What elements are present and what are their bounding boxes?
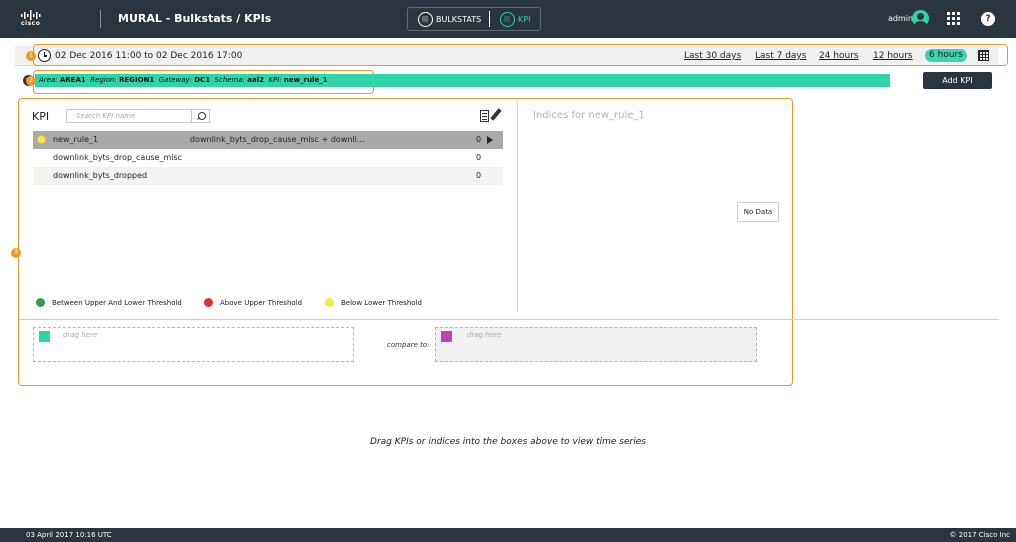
grid-circle-icon xyxy=(418,11,433,27)
kpi-count: 0 xyxy=(476,171,482,180)
area-label: Area: xyxy=(39,76,58,84)
kpi-count: 0 xyxy=(476,153,482,162)
bulkstats-mode-label: BULKSTATS xyxy=(436,14,482,24)
yellow-dot-icon xyxy=(325,298,334,307)
apps-grid-icon[interactable] xyxy=(947,12,960,25)
legend-label: Below Lower Threshold xyxy=(341,298,422,307)
user-avatar-icon[interactable] xyxy=(912,10,929,27)
filter-chips[interactable]: Area: AREA1 Region: REGION1 Gateway: DC1… xyxy=(39,76,328,84)
drag-instructions: Drag KPIs or indices into the boxes abov… xyxy=(370,437,646,447)
page-title: MURAL - Bulkstats / KPIs xyxy=(118,12,272,25)
app-footer: 03 April 2017 10:16 UTC © 2017 Cisco Inc xyxy=(0,528,1016,542)
mode-separator xyxy=(489,11,490,27)
kpi-search-input[interactable]: Search KPI name xyxy=(66,109,192,123)
teal-swatch-icon xyxy=(39,331,50,342)
table-row[interactable]: downlink_byts_drop_cause_misc 0 xyxy=(33,149,503,167)
status-dot-icon xyxy=(37,135,46,144)
search-icon[interactable] xyxy=(192,109,210,123)
annotation-badge-2: 2 xyxy=(26,76,36,86)
annotation-badge-1: 1 xyxy=(26,51,36,61)
purple-swatch-icon xyxy=(441,331,452,342)
kpi-mode-label: KPI xyxy=(518,14,531,24)
drop-hint: drag here xyxy=(63,331,98,339)
mode-switch: BULKSTATS KPI xyxy=(407,7,541,31)
app-header: cisco MURAL - Bulkstats / KPIs BULKSTATS… xyxy=(0,0,1016,38)
region-value: REGION1 xyxy=(119,76,155,84)
play-arrow-icon[interactable] xyxy=(487,136,493,144)
left-drop-zone[interactable]: drag here xyxy=(33,327,354,362)
legend-label: Between Upper And Lower Threshold xyxy=(52,298,182,307)
edit-pencil-icon[interactable] xyxy=(490,108,502,121)
preset-24-hours[interactable]: 24 hours xyxy=(819,51,859,61)
footer-copyright: © 2017 Cisco Inc xyxy=(949,531,1010,539)
kpi-name: downlink_byts_dropped xyxy=(53,171,148,180)
preset-6-hours[interactable]: 6 hours xyxy=(925,49,967,62)
compare-label: compare to: xyxy=(387,341,430,349)
kpi-name: new_rule_1 xyxy=(53,135,99,144)
no-data-message: No Data xyxy=(737,202,779,222)
time-range-bar: 02 Dec 2016 11:00 to 02 Dec 2016 17:00 L… xyxy=(15,46,999,66)
red-dot-icon xyxy=(204,298,213,307)
kpi-name: downlink_byts_drop_cause_misc xyxy=(53,153,183,162)
calendar-icon[interactable] xyxy=(978,50,989,61)
legend-label: Above Upper Threshold xyxy=(220,298,303,307)
section-divider xyxy=(19,319,999,320)
indices-panel-title: Indices for new_rule_1 xyxy=(533,110,645,121)
filter-bar: Area: AREA1 Region: REGION1 Gateway: DC1… xyxy=(15,72,999,90)
table-row[interactable]: downlink_byts_dropped 0 xyxy=(33,167,503,185)
preset-last-7-days[interactable]: Last 7 days xyxy=(755,51,806,61)
header-divider xyxy=(100,10,101,28)
kpi-formula: downlink_byts_drop_cause_misc + downli..… xyxy=(190,135,365,144)
clock-icon xyxy=(38,49,51,62)
kpi-count: 0 xyxy=(476,135,482,144)
schema-value: aal2 xyxy=(247,76,264,84)
add-kpi-button[interactable]: Add KPI xyxy=(923,72,992,89)
bulkstats-mode-button[interactable]: BULKSTATS xyxy=(418,10,481,28)
gateway-value: DC1 xyxy=(194,76,211,84)
drop-hint: drag here xyxy=(467,331,502,339)
green-dot-icon xyxy=(36,298,45,307)
time-range-text[interactable]: 02 Dec 2016 11:00 to 02 Dec 2016 17:00 xyxy=(55,51,242,61)
brand-text: cisco xyxy=(21,20,41,27)
kpi-mode-button[interactable]: KPI xyxy=(500,10,530,28)
preset-12-hours[interactable]: 12 hours xyxy=(873,51,913,61)
schema-label: Schema: xyxy=(214,76,246,84)
cisco-logo-icon: cisco xyxy=(20,9,60,29)
document-icon[interactable] xyxy=(480,110,489,122)
region-label: Region: xyxy=(90,76,117,84)
legend-item-between: Between Upper And Lower Threshold xyxy=(36,298,182,307)
kpi-table: new_rule_1 downlink_byts_drop_cause_misc… xyxy=(33,131,503,185)
kpi-label: KPI: xyxy=(268,76,282,84)
kpi-panel-title: KPI xyxy=(32,110,50,123)
grid-circle-icon xyxy=(500,11,515,27)
footer-timestamp: 03 April 2017 10:16 UTC xyxy=(26,531,112,539)
legend-item-below: Below Lower Threshold xyxy=(325,298,422,307)
right-drop-zone[interactable]: drag here xyxy=(435,327,757,362)
preset-last-30-days[interactable]: Last 30 days xyxy=(684,51,741,61)
gateway-label: Gateway: xyxy=(158,76,193,84)
user-name[interactable]: admin xyxy=(888,14,913,23)
legend-item-above: Above Upper Threshold xyxy=(204,298,302,307)
kpi-value: new_rule_1 xyxy=(283,76,328,84)
help-icon[interactable]: ? xyxy=(981,12,995,26)
table-row[interactable]: new_rule_1 downlink_byts_drop_cause_misc… xyxy=(33,131,503,149)
annotation-badge-3: 3 xyxy=(11,248,21,258)
area-value: AREA1 xyxy=(59,76,86,84)
panel-divider xyxy=(517,101,518,312)
